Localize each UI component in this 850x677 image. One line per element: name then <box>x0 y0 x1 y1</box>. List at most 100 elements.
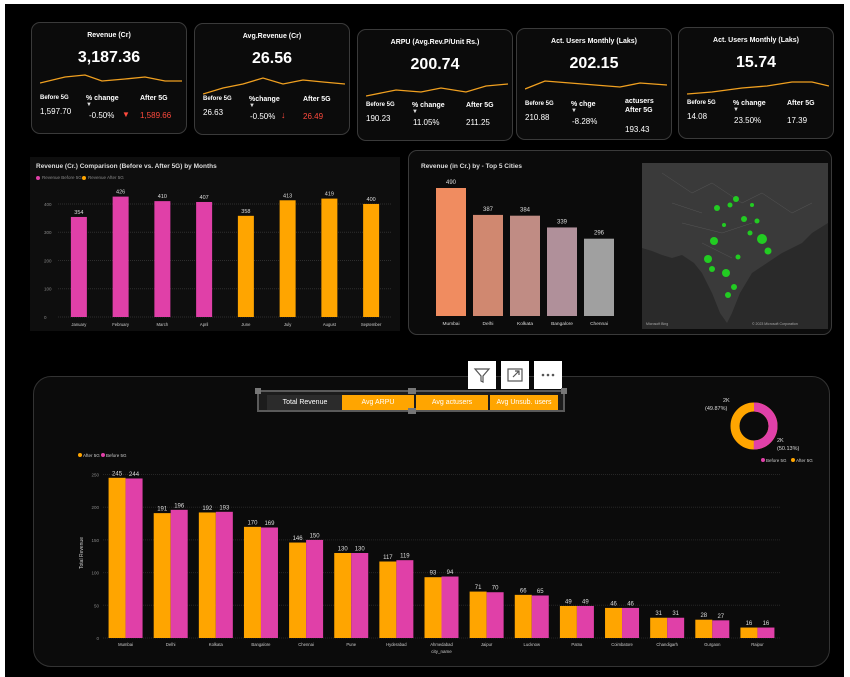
map-city-marker <box>709 266 715 272</box>
kpi-change-marker-icon: ▼ <box>412 109 418 115</box>
city-data-label: 193 <box>219 505 230 511</box>
city-data-label: 150 <box>310 533 321 539</box>
map-attribution: © 2023 Microsoft Corporation <box>752 322 798 326</box>
city-bar <box>667 617 685 638</box>
map-city-marker <box>735 254 741 260</box>
monthly-xtick: September <box>361 322 382 327</box>
monthly-ytick: 300 <box>44 230 52 235</box>
slicer-avg-unsub-users[interactable]: Avg Unsub. users <box>490 395 558 410</box>
city-bar <box>695 619 713 638</box>
city-bar <box>289 542 307 638</box>
city-data-label: 28 <box>700 613 707 619</box>
map-city-marker <box>750 203 754 207</box>
slicer-total-revenue[interactable]: Total Revenue <box>267 395 343 410</box>
city-bar <box>514 594 532 638</box>
city-ytick: 250 <box>91 473 99 478</box>
city-bar <box>605 607 623 638</box>
city-bar <box>622 607 640 638</box>
kpi-value: 15.74 <box>735 54 777 71</box>
top-cities-card[interactable]: Revenue (in Cr.) by - Top 5 Cities 490 Mu… <box>408 150 832 335</box>
kpi-before-value: 26.63 <box>203 108 224 117</box>
city-bar <box>306 539 324 638</box>
city-data-label: 130 <box>338 547 349 553</box>
city-legend-dot-after <box>78 453 82 457</box>
monthly-bar <box>321 198 338 317</box>
city-data-label: 245 <box>112 471 123 477</box>
city-xtick: Chandigarh <box>656 642 678 647</box>
kpi-sparkline <box>687 81 829 95</box>
kpi-card-3[interactable]: Act. Users Monthly (Laks) 202.15 Before … <box>516 28 672 140</box>
kpi-value: 200.74 <box>410 56 460 73</box>
city-xtick: Coimbatore <box>611 642 633 647</box>
city-bar <box>531 595 549 638</box>
top-city-data-label: 384 <box>520 208 531 214</box>
city-xtick: Raipur <box>751 642 764 647</box>
city-bar <box>469 591 487 638</box>
monthly-data-label: 413 <box>283 193 292 199</box>
kpi-title: Avg.Revenue (Cr) <box>242 33 302 40</box>
city-bar <box>260 527 278 638</box>
filter-button[interactable] <box>468 361 496 389</box>
india-map[interactable]: Microsoft Bing © 2023 Microsoft Corporat… <box>642 163 828 329</box>
city-xtick: Ahmedabad <box>430 642 453 647</box>
city-bar <box>559 605 577 638</box>
map-landmass <box>642 163 828 323</box>
down-triangle-icon: ▼ <box>122 110 130 119</box>
kpi-card-1[interactable]: Avg.Revenue (Cr) 26.56 Before 5G 26.63 ▼… <box>194 23 350 135</box>
more-options-button[interactable] <box>534 361 562 389</box>
top-city-xtick: Bangalore <box>551 321 573 327</box>
monthly-data-label: 400 <box>367 197 376 203</box>
city-data-label: 117 <box>383 555 393 561</box>
slicer-handle-mid[interactable] <box>408 388 416 394</box>
monthly-xtick: June <box>241 322 251 327</box>
kpi-card-4[interactable]: Act. Users Monthly (Laks) 15.74 Before 5… <box>678 27 834 139</box>
city-ytick: 150 <box>91 538 99 543</box>
city-data-label: 94 <box>447 570 454 576</box>
map-city-marker <box>704 255 712 263</box>
slicer-avg-actusers[interactable]: Avg actusers <box>416 395 488 410</box>
kpi-after-value: 17.39 <box>787 116 808 125</box>
map-canvas: Microsoft Bing © 2023 Microsoft Corporat… <box>642 163 828 326</box>
city-bar <box>334 553 352 638</box>
donut-label-top: 2K <box>723 398 730 404</box>
city-ytick: 0 <box>96 636 99 641</box>
monthly-ytick: 200 <box>44 258 52 263</box>
city-bar <box>650 617 668 638</box>
city-data-label: 46 <box>610 601 617 607</box>
filter-icon <box>473 368 491 383</box>
city-xtick: Mumbai <box>118 642 133 647</box>
kpi-change-marker-icon: ▼ <box>571 108 577 114</box>
kpi-title: ARPU (Avg.Rev.P/Unit Rs.) <box>390 39 480 46</box>
monthly-data-label: 358 <box>241 209 250 215</box>
top-city-data-label: 387 <box>483 207 494 213</box>
kpi-after-value: 1,589.66 <box>140 111 172 120</box>
city-data-label: 119 <box>400 554 410 560</box>
kpi-before-label: Before 5G <box>525 101 554 107</box>
slicer-handle-right[interactable] <box>561 388 567 394</box>
map-city-marker <box>754 218 760 224</box>
slicer-handle-left[interactable] <box>255 388 261 394</box>
city-bar <box>153 513 171 638</box>
map-city-marker <box>733 196 739 202</box>
kpi-before-value: 190.23 <box>366 114 391 123</box>
kpi-change-value: -0.50% <box>250 112 276 121</box>
kpi-value: 202.15 <box>569 55 619 72</box>
city-xtick: Chennai <box>298 642 314 647</box>
kpi-card-2[interactable]: ARPU (Avg.Rev.P/Unit Rs.) 200.74 Before … <box>357 29 513 141</box>
kpi-card-0[interactable]: Revenue (Cr) 3,187.36 Before 5G 1,597.70… <box>31 22 187 134</box>
city-data-label: 49 <box>582 599 589 605</box>
city-bar <box>379 561 397 638</box>
monthly-xtick: February <box>112 322 130 327</box>
map-city-marker <box>710 237 718 245</box>
kpi-change-value: 23.50% <box>734 116 762 125</box>
focus-mode-button[interactable] <box>501 361 529 389</box>
monthly-ytick: 0 <box>44 315 47 320</box>
city-bar <box>757 627 775 638</box>
city-ytick: 50 <box>94 603 100 608</box>
monthly-revenue-card[interactable]: Revenue (Cr.) Comparison (Before vs. Aft… <box>30 157 400 331</box>
monthly-bar <box>196 201 213 317</box>
slicer-handle-bottom-mid[interactable] <box>408 408 416 414</box>
kpi-after-value: 211.25 <box>466 118 490 127</box>
city-bar <box>243 526 261 638</box>
slicer-avg-arpu[interactable]: Avg ARPU <box>342 395 414 410</box>
